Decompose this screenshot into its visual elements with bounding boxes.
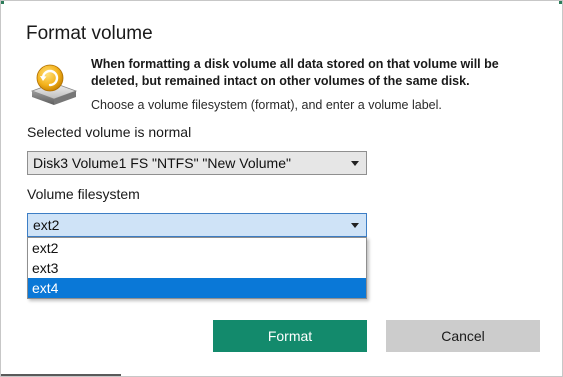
dialog-title: Format volume	[26, 23, 153, 44]
window-bottom-accent	[1, 374, 121, 376]
chevron-down-icon	[351, 161, 359, 166]
volume-status-label: Selected volume is normal	[27, 124, 192, 140]
window-corner-accent	[1, 1, 4, 4]
format-warning-text: When formatting a disk volume all data s…	[91, 57, 499, 88]
chevron-down-icon	[351, 223, 359, 228]
format-hint-text: Choose a volume filesystem (format), and…	[91, 98, 442, 112]
volume-select-value: Disk3 Volume1 FS "NTFS" "New Volume"	[33, 155, 291, 171]
filesystem-select-value: ext2	[33, 217, 60, 233]
volume-select[interactable]: Disk3 Volume1 FS "NTFS" "New Volume"	[27, 151, 367, 175]
filesystem-option-ext3[interactable]: ext3	[28, 258, 366, 278]
filesystem-option-ext2[interactable]: ext2	[28, 238, 366, 258]
format-volume-dialog: Format volume When formatting a disk vol…	[0, 0, 563, 377]
window-corner-accent	[559, 1, 562, 4]
cancel-button[interactable]: Cancel	[386, 320, 540, 352]
filesystem-option-ext4[interactable]: ext4	[28, 278, 366, 298]
filesystem-label: Volume filesystem	[27, 186, 140, 202]
filesystem-dropdown-list: ext2 ext3 ext4	[27, 237, 367, 299]
disk-format-icon	[30, 64, 78, 105]
filesystem-select[interactable]: ext2	[27, 213, 367, 237]
format-button[interactable]: Format	[213, 320, 367, 352]
